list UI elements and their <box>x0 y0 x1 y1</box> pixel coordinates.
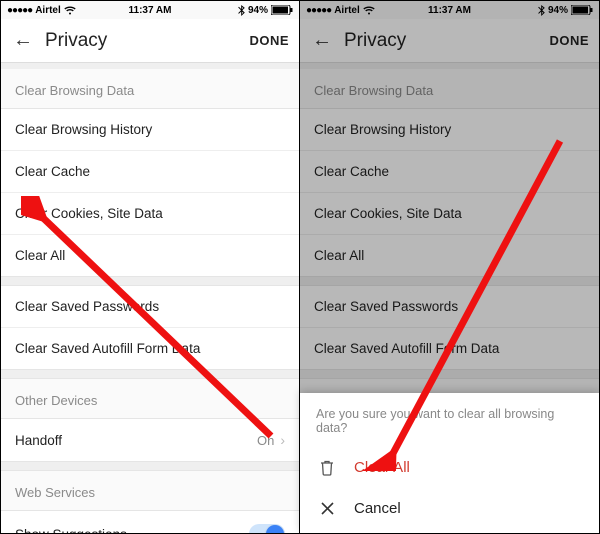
row-show-suggestions[interactable]: Show Suggestions <box>1 511 299 533</box>
row-clear-cache[interactable]: Clear Cache <box>1 151 299 193</box>
sheet-message: Are you sure you want to clear all brows… <box>300 407 599 447</box>
row-clear-passwords[interactable]: Clear Saved Passwords <box>300 286 599 328</box>
row-clear-autofill[interactable]: Clear Saved Autofill Form Data <box>300 328 599 369</box>
section-clear-browsing-data: Clear Browsing Data <box>1 69 299 108</box>
section-other-devices: Other Devices <box>1 378 299 418</box>
carrier-label: Airtel <box>334 5 360 16</box>
trash-icon <box>318 460 336 476</box>
done-button[interactable]: DONE <box>549 33 589 48</box>
nav-header: ← Privacy DONE <box>300 19 599 63</box>
bluetooth-icon <box>238 5 245 16</box>
row-clear-all[interactable]: Clear All <box>300 235 599 276</box>
wifi-icon <box>64 6 76 15</box>
screenshot-left: ●●●●● Airtel 11:37 AM 94% ← Privacy DONE <box>1 1 300 533</box>
status-bar: ●●●●● Airtel 11:37 AM 94% <box>1 1 299 19</box>
wifi-icon <box>363 6 375 15</box>
signal-icon: ●●●●● <box>306 5 331 16</box>
row-clear-cookies[interactable]: Clear Cookies, Site Data <box>300 193 599 235</box>
sheet-cancel-button[interactable]: Cancel <box>300 488 599 529</box>
battery-icon <box>571 5 593 15</box>
status-bar: ●●●●● Airtel 11:37 AM 94% <box>300 1 599 19</box>
row-clear-history[interactable]: Clear Browsing History <box>300 109 599 151</box>
carrier-label: Airtel <box>35 5 61 16</box>
row-clear-history[interactable]: Clear Browsing History <box>1 109 299 151</box>
close-icon <box>318 502 336 515</box>
settings-list: Clear Browsing Data Clear Browsing Histo… <box>1 63 299 533</box>
page-title: Privacy <box>45 30 249 52</box>
toggle-on-icon[interactable] <box>249 524 285 533</box>
chevron-right-icon: › <box>280 432 285 448</box>
back-arrow-icon[interactable]: ← <box>310 29 334 52</box>
section-clear-browsing-data: Clear Browsing Data <box>300 69 599 108</box>
battery-icon <box>271 5 293 15</box>
row-clear-autofill[interactable]: Clear Saved Autofill Form Data <box>1 328 299 369</box>
screenshot-right: ●●●●● Airtel 11:37 AM 94% ← Privacy DONE <box>300 1 599 533</box>
row-handoff[interactable]: Handoff On› <box>1 419 299 461</box>
section-web-services: Web Services <box>1 470 299 510</box>
nav-header: ← Privacy DONE <box>1 19 299 63</box>
battery-pct: 94% <box>248 5 268 16</box>
action-sheet: Are you sure you want to clear all brows… <box>300 393 599 533</box>
sheet-clear-all-button[interactable]: Clear All <box>300 447 599 488</box>
row-clear-passwords[interactable]: Clear Saved Passwords <box>1 286 299 328</box>
signal-icon: ●●●●● <box>7 5 32 16</box>
bluetooth-icon <box>538 5 545 16</box>
page-title: Privacy <box>344 30 549 52</box>
row-clear-cache[interactable]: Clear Cache <box>300 151 599 193</box>
row-clear-all[interactable]: Clear All <box>1 235 299 276</box>
done-button[interactable]: DONE <box>249 33 289 48</box>
back-arrow-icon[interactable]: ← <box>11 29 35 52</box>
row-clear-cookies[interactable]: Clear Cookies, Site Data <box>1 193 299 235</box>
battery-pct: 94% <box>548 5 568 16</box>
